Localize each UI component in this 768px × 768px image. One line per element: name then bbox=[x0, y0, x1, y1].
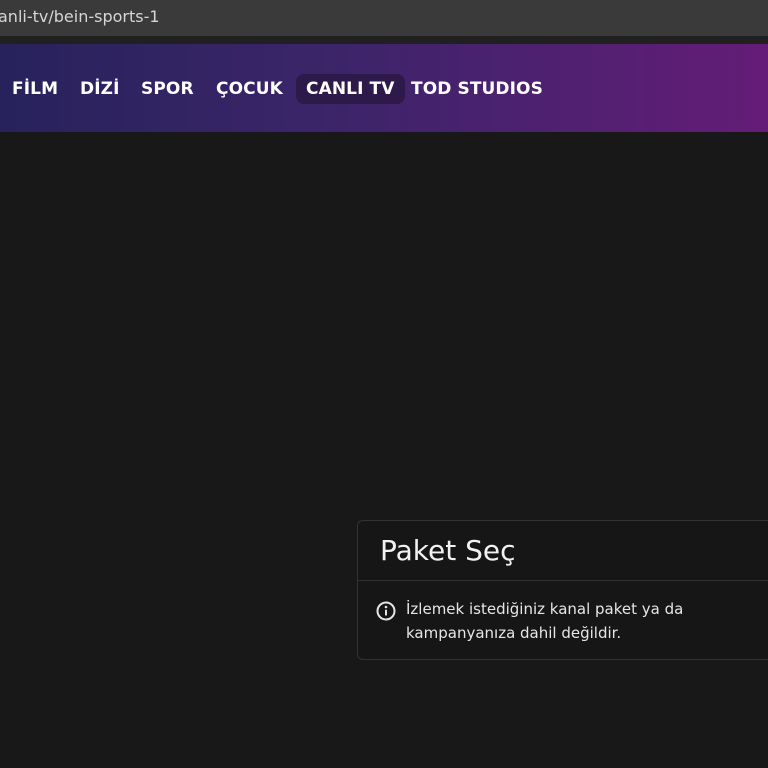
toolbar-divider bbox=[0, 36, 768, 44]
nav-item-film[interactable]: FİLM bbox=[12, 74, 58, 104]
url-text: anli-tv/bein-sports-1 bbox=[0, 7, 160, 26]
main-navigation: FİLM DİZİ SPOR ÇOCUK CANLI TV TOD STUDIO… bbox=[0, 44, 768, 132]
dialog-title: Paket Seç bbox=[380, 534, 516, 567]
video-player-area bbox=[0, 132, 768, 768]
dialog-message: İzlemek istediğiniz kanal paket ya da ka… bbox=[406, 600, 684, 642]
nav-item-canli-tv[interactable]: CANLI TV bbox=[296, 74, 405, 104]
dialog-divider bbox=[358, 580, 768, 581]
package-select-dialog: Paket Seç İzlemek istediğiniz kanal pake… bbox=[357, 520, 768, 660]
nav-item-spor[interactable]: SPOR bbox=[141, 74, 194, 104]
info-icon bbox=[376, 601, 396, 621]
nav-item-cocuk[interactable]: ÇOCUK bbox=[216, 74, 283, 104]
address-bar[interactable]: anli-tv/bein-sports-1 bbox=[0, 0, 768, 36]
nav-item-tod-studios[interactable]: TOD STUDIOS bbox=[411, 74, 543, 104]
nav-item-dizi[interactable]: DİZİ bbox=[80, 74, 120, 104]
